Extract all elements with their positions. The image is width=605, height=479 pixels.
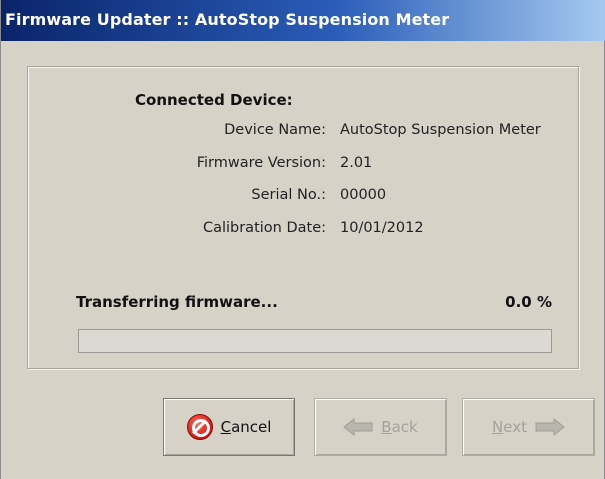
device-name-label: Device Name: <box>224 122 326 138</box>
cancel-icon <box>186 414 213 440</box>
calibration-date-label: Calibration Date: <box>202 220 326 236</box>
back-button-label: Back <box>381 418 418 436</box>
serial-number-label: Serial No.: <box>251 187 326 203</box>
firmware-version-value: 2.01 <box>340 155 373 171</box>
connected-device-heading: Connected Device: <box>135 91 293 109</box>
window-title: Firmware Updater :: AutoStop Suspension … <box>5 10 450 29</box>
serial-number-value: 00000 <box>340 187 387 203</box>
firmware-version-label: Firmware Version: <box>196 155 326 171</box>
device-name-value: AutoStop Suspension Meter <box>340 122 541 138</box>
title-bar[interactable]: Firmware Updater :: AutoStop Suspension … <box>1 0 605 41</box>
transfer-status-text: Transferring firmware... <box>76 293 278 311</box>
next-button[interactable]: Next <box>462 398 595 456</box>
transfer-percent-text: 0.0 % <box>505 293 552 311</box>
arrow-left-icon <box>343 418 373 436</box>
firmware-progress-bar <box>78 329 552 353</box>
calibration-date-value: 10/01/2012 <box>340 220 424 236</box>
cancel-button-label: Cancel <box>220 418 272 436</box>
cancel-button[interactable]: Cancel <box>163 398 295 456</box>
next-button-label: Next <box>492 418 527 436</box>
device-info-panel: Connected Device: Device Name: AutoStop … <box>27 66 579 369</box>
back-button[interactable]: Back <box>314 398 447 456</box>
firmware-updater-window: Firmware Updater :: AutoStop Suspension … <box>0 0 605 479</box>
arrow-right-icon <box>535 418 565 436</box>
